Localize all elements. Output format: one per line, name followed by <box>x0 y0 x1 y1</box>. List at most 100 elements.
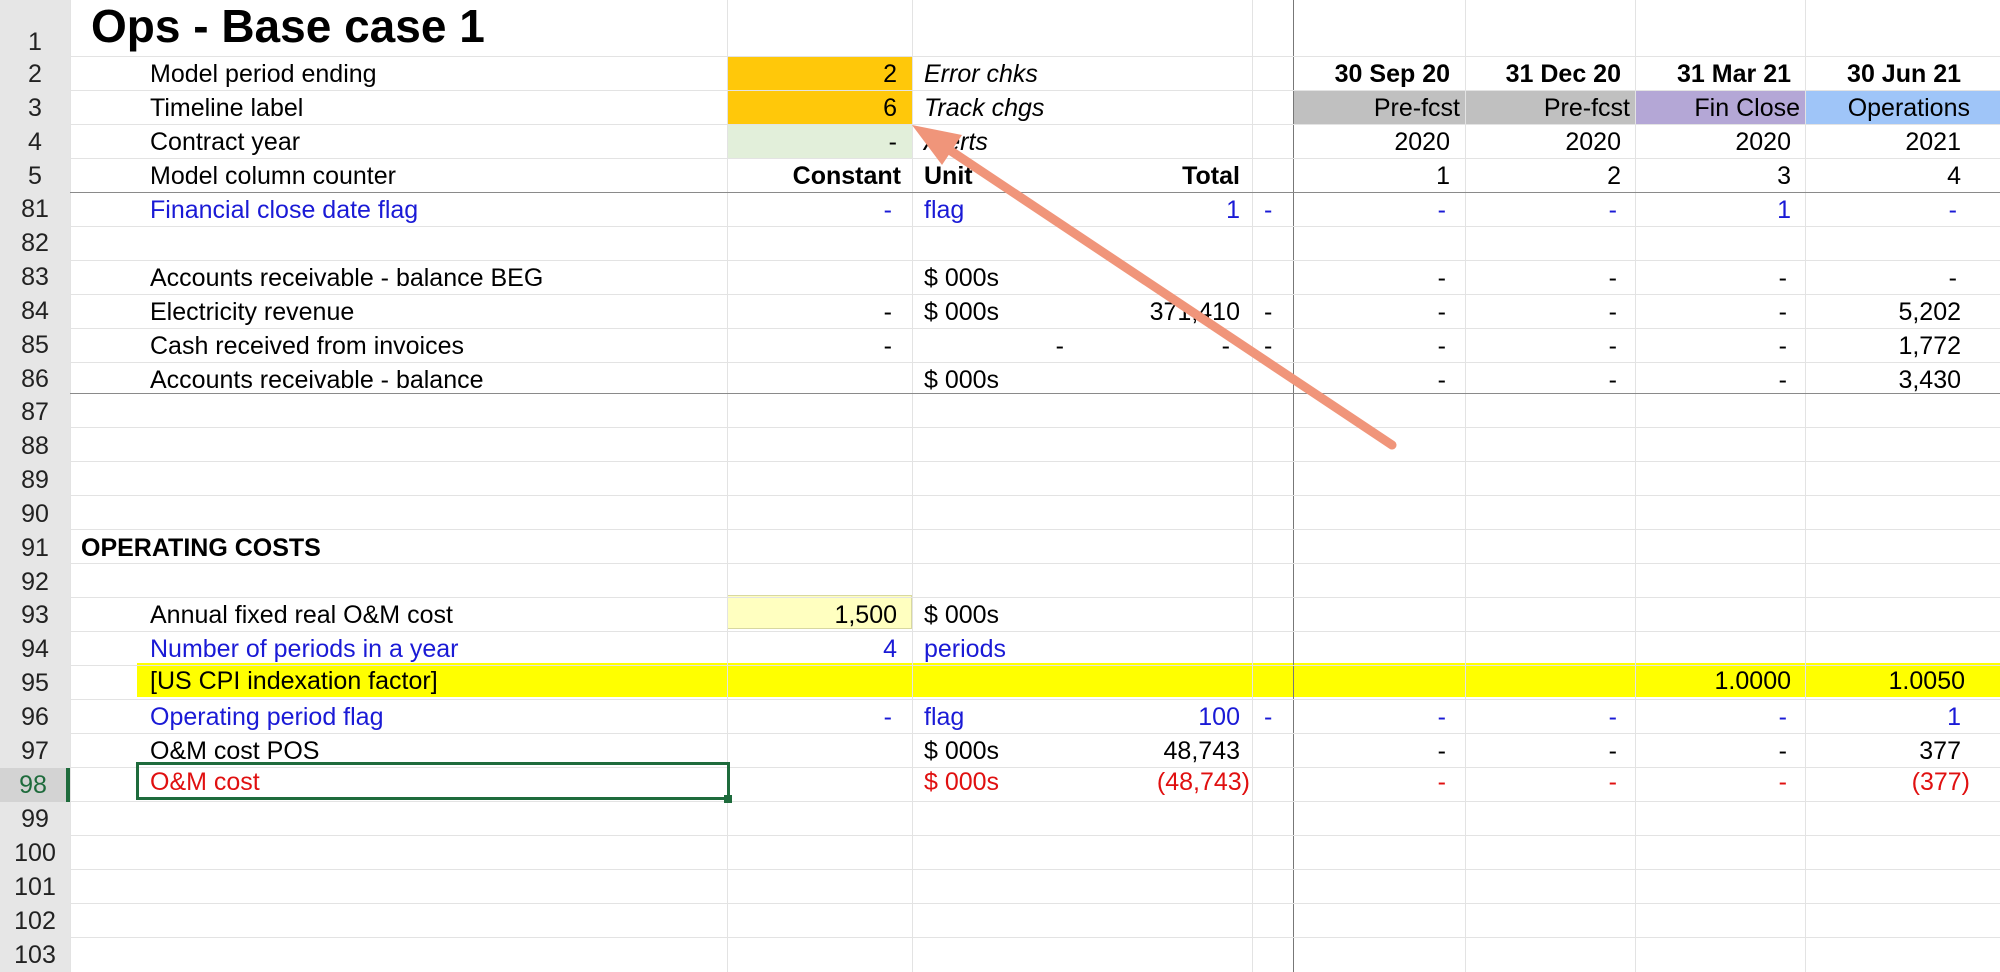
elec-rev-total[interactable]: 371,410 <box>1100 295 1240 329</box>
label-op-period-flag[interactable]: Operating period flag <box>150 700 383 734</box>
row-number[interactable]: 85 <box>0 328 70 362</box>
ar-beg-val-4[interactable]: - <box>1805 261 1957 295</box>
row-number-active[interactable]: 98 <box>0 768 70 802</box>
row-number[interactable]: 83 <box>0 260 70 294</box>
fin-close-constant[interactable]: - <box>727 193 892 227</box>
row-number[interactable]: 91 <box>0 531 70 565</box>
label-cash-received[interactable]: Cash received from invoices <box>150 329 464 363</box>
row-number[interactable]: 94 <box>0 632 70 666</box>
fill-handle[interactable] <box>724 795 732 803</box>
om-pos-val-3[interactable]: - <box>1635 734 1787 768</box>
label-periods-per-year[interactable]: Number of periods in a year <box>150 632 458 666</box>
fin-close-val-3[interactable]: 1 <box>1635 193 1791 227</box>
op-flag-extra[interactable]: - <box>1264 700 1272 734</box>
periods-per-year-unit[interactable]: periods <box>924 632 1006 666</box>
op-flag-total[interactable]: 100 <box>1100 700 1240 734</box>
elec-rev-val-1[interactable]: - <box>1294 295 1446 329</box>
fin-close-val-4[interactable]: - <box>1805 193 1957 227</box>
om-pos-val-1[interactable]: - <box>1294 734 1446 768</box>
op-flag-unit[interactable]: flag <box>924 700 964 734</box>
om-pos-unit[interactable]: $ 000s <box>924 734 999 768</box>
track-changes-label[interactable]: Track chgs <box>924 91 1044 125</box>
ar-balance-val-1[interactable]: - <box>1294 363 1446 397</box>
row-number[interactable]: 101 <box>0 870 70 904</box>
ar-beg-val-3[interactable]: - <box>1635 261 1787 295</box>
elec-rev-constant[interactable]: - <box>727 295 892 329</box>
label-ar-beg[interactable]: Accounts receivable - balance BEG <box>150 261 543 295</box>
om-cost-val-1[interactable]: - <box>1294 765 1446 799</box>
input-om-fixed-cost[interactable]: 1,500 <box>727 598 897 632</box>
row-number[interactable]: 88 <box>0 429 70 463</box>
periods-per-year-value[interactable]: 4 <box>727 632 897 666</box>
om-cost-val-3[interactable]: - <box>1635 765 1787 799</box>
om-pos-val-2[interactable]: - <box>1465 734 1617 768</box>
om-pos-val-4[interactable]: 377 <box>1805 734 1961 768</box>
input-model-period[interactable]: 2 <box>727 57 897 91</box>
label-contract-year[interactable]: Contract year <box>150 125 300 159</box>
cpi-val-4[interactable]: 1.0050 <box>1805 664 1965 698</box>
input-contract-year[interactable]: - <box>727 125 897 159</box>
cash-received-val-1[interactable]: - <box>1294 329 1446 363</box>
cash-received-val-3[interactable]: - <box>1635 329 1787 363</box>
fin-close-total[interactable]: 1 <box>1100 193 1240 227</box>
row-number[interactable]: 97 <box>0 734 70 768</box>
label-timeline[interactable]: Timeline label <box>150 91 303 125</box>
elec-rev-val-3[interactable]: - <box>1635 295 1787 329</box>
cash-received-val-4[interactable]: 1,772 <box>1805 329 1961 363</box>
op-flag-val-3[interactable]: - <box>1635 700 1787 734</box>
counter-3[interactable]: 3 <box>1635 159 1791 193</box>
ar-beg-unit[interactable]: $ 000s <box>924 261 999 295</box>
cash-received-constant[interactable]: - <box>727 329 892 363</box>
row-number[interactable]: 81 <box>0 192 70 226</box>
label-electricity-revenue[interactable]: Electricity revenue <box>150 295 354 329</box>
date-header-1[interactable]: 30 Sep 20 <box>1294 57 1450 91</box>
om-fixed-unit[interactable]: $ 000s <box>924 598 999 632</box>
column-header-unit[interactable]: Unit <box>924 159 973 193</box>
date-header-3[interactable]: 31 Mar 21 <box>1635 57 1791 91</box>
row-number[interactable]: 87 <box>0 395 70 429</box>
label-ar-balance[interactable]: Accounts receivable - balance <box>150 363 484 397</box>
elec-rev-val-4[interactable]: 5,202 <box>1805 295 1961 329</box>
row-number[interactable]: 4 <box>0 125 70 159</box>
label-fin-close-flag[interactable]: Financial close date flag <box>150 193 418 227</box>
date-header-2[interactable]: 31 Dec 20 <box>1465 57 1621 91</box>
elec-rev-val-2[interactable]: - <box>1465 295 1617 329</box>
ar-balance-val-2[interactable]: - <box>1465 363 1617 397</box>
fin-close-unit[interactable]: flag <box>924 193 964 227</box>
om-pos-total[interactable]: 48,743 <box>1100 734 1240 768</box>
elec-rev-extra[interactable]: - <box>1264 295 1272 329</box>
ar-balance-unit[interactable]: $ 000s <box>924 363 999 397</box>
om-cost-total[interactable]: (48,743) <box>1100 765 1250 799</box>
phase-label-3[interactable]: Fin Close <box>1635 91 1800 125</box>
op-flag-val-1[interactable]: - <box>1294 700 1446 734</box>
row-number[interactable]: 2 <box>0 57 70 91</box>
om-cost-val-2[interactable]: - <box>1465 765 1617 799</box>
row-number[interactable]: 89 <box>0 463 70 497</box>
cash-received-unit[interactable]: - <box>912 329 1064 363</box>
om-cost-unit[interactable]: $ 000s <box>924 765 999 799</box>
year-3[interactable]: 2020 <box>1635 125 1791 159</box>
year-4[interactable]: 2021 <box>1805 125 1961 159</box>
op-flag-val-4[interactable]: 1 <box>1805 700 1961 734</box>
row-number[interactable]: 100 <box>0 836 70 870</box>
cash-received-total[interactable]: - <box>1100 329 1230 363</box>
row-number[interactable]: 3 <box>0 91 70 125</box>
counter-2[interactable]: 2 <box>1465 159 1621 193</box>
elec-rev-unit[interactable]: $ 000s <box>924 295 999 329</box>
row-number[interactable]: 95 <box>0 666 70 700</box>
row-number[interactable]: 99 <box>0 802 70 836</box>
row-number[interactable]: 102 <box>0 904 70 938</box>
row-number[interactable]: 82 <box>0 226 70 260</box>
active-cell-selection[interactable] <box>136 762 730 800</box>
counter-4[interactable]: 4 <box>1805 159 1961 193</box>
column-header-total[interactable]: Total <box>1100 159 1240 193</box>
column-header-constant[interactable]: Constant <box>727 159 901 193</box>
fin-close-extra[interactable]: - <box>1264 193 1272 227</box>
input-timeline-label[interactable]: 6 <box>727 91 897 125</box>
op-flag-val-2[interactable]: - <box>1465 700 1617 734</box>
fin-close-val-2[interactable]: - <box>1465 193 1617 227</box>
row-number[interactable]: 1 <box>0 25 70 59</box>
year-2[interactable]: 2020 <box>1465 125 1621 159</box>
error-checks-label[interactable]: Error chks <box>924 57 1038 91</box>
op-flag-constant[interactable]: - <box>727 700 892 734</box>
